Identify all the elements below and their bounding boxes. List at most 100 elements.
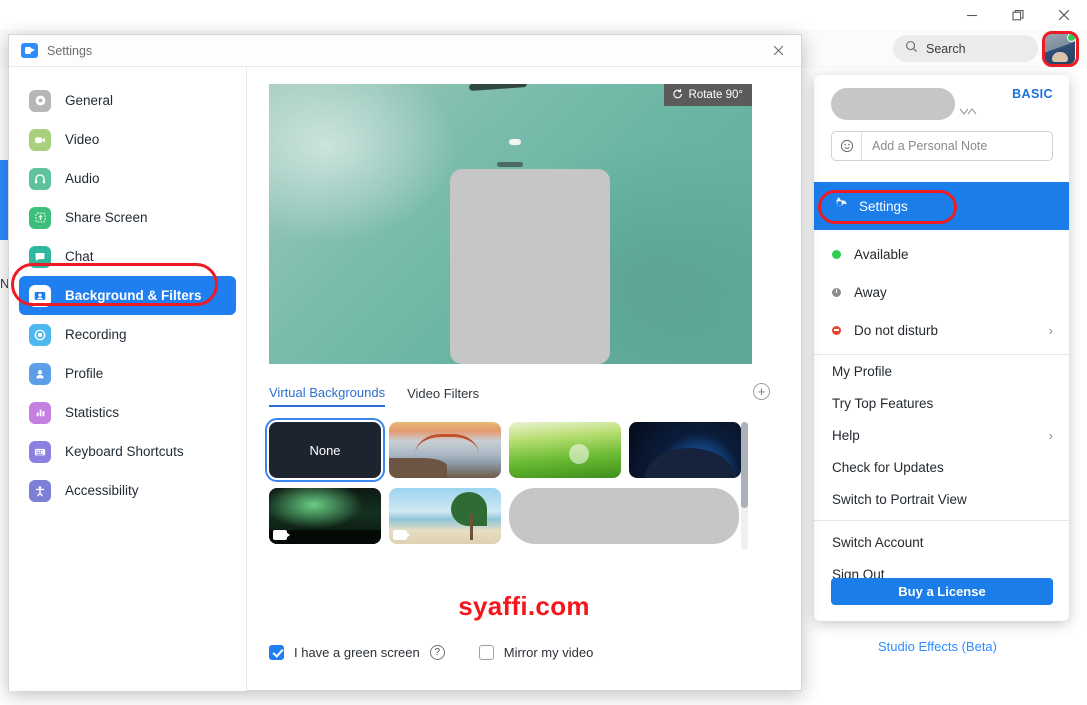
profile-menu: BASIC Add a Personal Note Settings Avail… — [814, 75, 1069, 621]
chevron-right-icon: › — [1048, 427, 1053, 443]
profile-menu-settings[interactable]: Settings — [814, 182, 1069, 230]
background-thumb-redacted[interactable] — [509, 488, 739, 544]
chevron-right-icon: › — [1048, 322, 1053, 338]
zoom-logo-icon — [21, 43, 38, 58]
window-titlebar — [0, 0, 1087, 30]
status-label: Away — [854, 284, 887, 300]
sidebar-item-general[interactable]: General — [19, 81, 236, 120]
status-item-available[interactable]: Available — [814, 235, 1069, 273]
background-thumb-grass[interactable] — [509, 422, 621, 478]
video-badge-icon — [273, 530, 290, 540]
background-thumb-earth[interactable] — [629, 422, 741, 478]
presence-status-list: Available Away Do not disturb › — [814, 235, 1069, 360]
menu-item-try-top-features[interactable]: Try Top Features — [814, 387, 1069, 419]
plus-circle-icon[interactable]: + — [753, 383, 770, 400]
sidebar-item-label: Accessibility — [65, 483, 139, 498]
background-thumb-none[interactable]: None — [265, 418, 385, 482]
background-thumb-bridge[interactable] — [389, 422, 501, 478]
headset-icon — [29, 167, 51, 190]
menu-item-my-profile[interactable]: My Profile — [814, 355, 1069, 387]
settings-title: Settings — [47, 43, 93, 58]
search-input[interactable]: Search — [893, 35, 1038, 62]
sidebar-item-label: Video — [65, 132, 100, 147]
sidebar-item-audio[interactable]: Audio — [19, 159, 236, 198]
rotate-90-button[interactable]: Rotate 90° — [663, 84, 752, 106]
sidebar-item-label: General — [65, 93, 114, 108]
sidebar-item-accessibility[interactable]: Accessibility — [19, 471, 236, 510]
menu-label: My Profile — [832, 363, 893, 379]
background-thumb-beach[interactable] — [389, 488, 501, 544]
chat-bubble-icon — [29, 245, 51, 268]
record-icon — [29, 323, 51, 346]
menu-label: Help — [832, 427, 860, 443]
minimize-icon[interactable] — [949, 0, 995, 30]
sidebar-item-recording[interactable]: Recording — [19, 315, 236, 354]
close-icon[interactable] — [1041, 0, 1087, 30]
rotate-label: Rotate 90° — [688, 89, 743, 101]
screen: N Search BASIC Add a Personal Note Setti… — [0, 0, 1087, 705]
sidebar-item-chat[interactable]: Chat — [19, 237, 236, 276]
status-item-away[interactable]: Away — [814, 273, 1069, 311]
settings-titlebar: Settings — [9, 35, 801, 66]
studio-effects-link[interactable]: Studio Effects (Beta) — [247, 639, 997, 654]
gear-icon — [832, 196, 847, 216]
sidebar-item-share-screen[interactable]: Share Screen — [19, 198, 236, 237]
restore-icon[interactable] — [995, 0, 1041, 30]
sidebar-item-label: Keyboard Shortcuts — [65, 444, 184, 459]
sidebar-item-video[interactable]: Video — [19, 120, 236, 159]
status-item-do-not-disturb[interactable]: Do not disturb › — [814, 311, 1069, 349]
search-icon — [905, 40, 918, 58]
background-thumb-aurora[interactable] — [269, 488, 381, 544]
settings-label: Settings — [859, 198, 908, 214]
menu-item-switch-account[interactable]: Switch Account — [814, 526, 1069, 558]
menu-item-check-for-updates[interactable]: Check for Updates — [814, 451, 1069, 483]
status-dot-clock — [832, 287, 841, 297]
menu-label: Try Top Features — [832, 395, 934, 411]
menu-label: Switch Account — [832, 534, 924, 550]
person-icon — [29, 362, 51, 385]
preview-redaction — [450, 169, 610, 364]
watermark: syaffi.com — [458, 591, 590, 621]
preview-speck — [468, 84, 528, 92]
scrollbar-thumb[interactable] — [741, 422, 748, 508]
avatar-button[interactable] — [1045, 33, 1076, 64]
presence-dot — [1067, 33, 1076, 42]
settings-content: Rotate 90° Virtual Backgrounds Video Fil… — [247, 67, 997, 691]
menu-item-switch-to-portrait-view[interactable]: Switch to Portrait View — [814, 483, 1069, 515]
person-card-icon — [29, 284, 51, 307]
sidebar-item-background-filters[interactable]: Background & Filters — [19, 276, 236, 315]
menu-label: Check for Updates — [832, 459, 944, 475]
tab-virtual-backgrounds[interactable]: Virtual Backgrounds — [269, 385, 386, 407]
close-icon[interactable] — [761, 37, 795, 64]
settings-dialog: Settings General Video Audio Share Scree… — [8, 34, 997, 691]
smiley-icon[interactable] — [832, 132, 862, 160]
sidebar-item-label: Background & Filters — [65, 288, 202, 303]
divider — [814, 520, 1069, 521]
background-tabs: Virtual Backgrounds Video Filters + — [269, 383, 779, 407]
status-label: Do not disturb — [854, 322, 939, 338]
tab-video-filters[interactable]: Video Filters — [407, 386, 479, 406]
sidebar-item-label: Statistics — [65, 405, 120, 420]
sidebar-item-profile[interactable]: Profile — [19, 354, 236, 393]
menu-label: Switch to Portrait View — [832, 491, 967, 507]
profile-menu-links: My Profile Try Top Features Help › Check… — [814, 355, 1069, 590]
sidebar-item-label: Chat — [65, 249, 94, 264]
sidebar-item-label: Share Screen — [65, 210, 148, 225]
sidebar-item-statistics[interactable]: Statistics — [19, 393, 236, 432]
sidebar-item-label: Recording — [65, 327, 127, 342]
menu-item-help[interactable]: Help › — [814, 419, 1069, 451]
sidebar-item-keyboard-shortcuts[interactable]: Keyboard Shortcuts — [19, 432, 236, 471]
profile-name-redacted — [831, 88, 955, 120]
sidebar-item-label: Audio — [65, 171, 100, 186]
video-badge-icon — [393, 530, 410, 540]
virtual-background-grid: None — [265, 418, 748, 550]
preview-speck — [509, 139, 521, 145]
background-thumb-label: None — [309, 442, 341, 458]
video-preview: Rotate 90° — [269, 84, 752, 364]
buy-license-button[interactable]: Buy a License — [831, 578, 1053, 605]
window-controls — [949, 0, 1087, 30]
background-grid-scrollbar[interactable] — [741, 422, 748, 550]
settings-body: General Video Audio Share Screen Chat Ba… — [9, 66, 997, 691]
personal-note-field[interactable]: Add a Personal Note — [831, 131, 1053, 161]
edit-name-icon[interactable] — [959, 105, 977, 119]
